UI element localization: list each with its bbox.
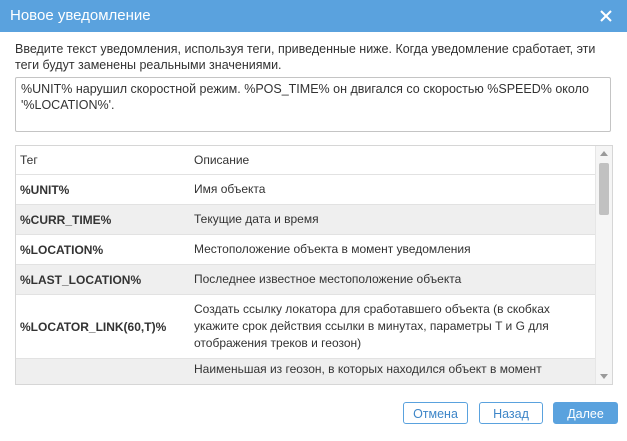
tag-cell: %LOCATOR_LINK(60,T)%	[16, 294, 182, 359]
next-button[interactable]: Далее	[553, 402, 618, 424]
description-cell: Местоположение объекта в момент уведомле…	[182, 234, 596, 265]
scrollbar-thumb[interactable]	[599, 163, 609, 215]
tag-cell: %UNIT%	[16, 174, 182, 205]
column-header-tag: Тег	[16, 146, 182, 175]
table-scrollbar[interactable]	[595, 146, 612, 384]
message-textarea[interactable]: %UNIT% нарушил скоростной режим. %POS_TI…	[15, 77, 611, 132]
instructions-text: Введите текст уведомления, используя тег…	[15, 42, 596, 72]
close-icon[interactable]	[597, 7, 615, 25]
table-row[interactable]: %LAST_LOCATION% Последнее известное мест…	[16, 264, 596, 295]
tag-cell: %LAST_LOCATION%	[16, 264, 182, 295]
scroll-down-icon[interactable]	[600, 374, 608, 379]
dialog-title: Новое уведомление	[10, 7, 151, 24]
tag-cell: %CURR_TIME%	[16, 204, 182, 235]
table-row[interactable]: %ZONE_MIN% Наименьшая из геозон, в котор…	[16, 358, 596, 384]
column-header-description: Описание	[182, 146, 596, 175]
tags-table: Тег Описание %UNIT% Имя объекта %CURR_TI…	[15, 145, 613, 385]
description-cell: Имя объекта	[182, 174, 596, 205]
tag-cell: %LOCATION%	[16, 234, 182, 265]
dialog-titlebar: Новое уведомление	[0, 0, 627, 32]
description-cell: Текущие дата и время	[182, 204, 596, 235]
cancel-button[interactable]: Отмена	[403, 402, 468, 424]
table-row[interactable]: %UNIT% Имя объекта	[16, 174, 596, 205]
description-cell: Последнее известное местоположение объек…	[182, 264, 596, 295]
table-row[interactable]: %CURR_TIME% Текущие дата и время	[16, 204, 596, 235]
description-cell: Наименьшая из геозон, в которых находилс…	[182, 358, 596, 384]
scroll-up-icon[interactable]	[600, 151, 608, 156]
table-header-row: Тег Описание	[16, 146, 596, 175]
description-cell: Создать ссылку локатора для сработавшего…	[182, 294, 596, 359]
tag-cell: %ZONE_MIN%	[16, 358, 182, 384]
table-row[interactable]: %LOCATOR_LINK(60,T)% Создать ссылку лока…	[16, 294, 596, 359]
back-button[interactable]: Назад	[479, 402, 543, 424]
table-row[interactable]: %LOCATION% Местоположение объекта в моме…	[16, 234, 596, 265]
